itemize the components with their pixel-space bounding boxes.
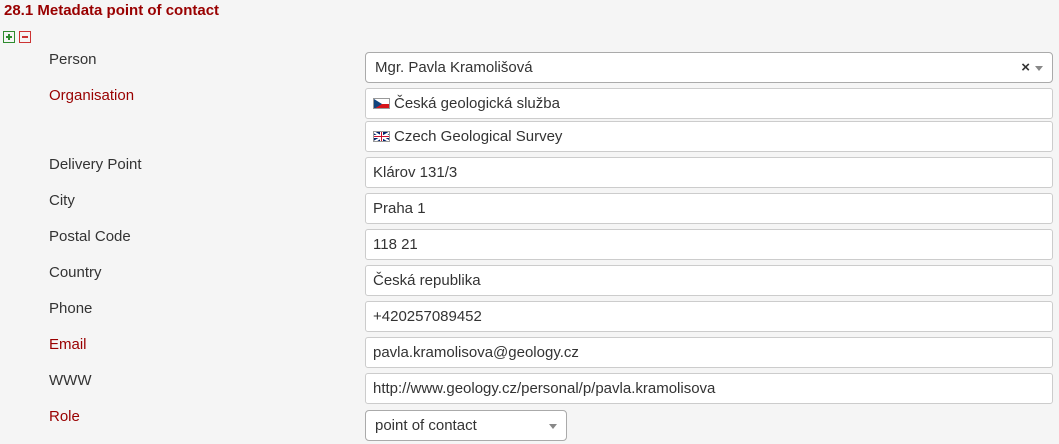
organisation-en-value: Czech Geological Survey bbox=[394, 128, 563, 145]
postal-code-value: 118 21 bbox=[373, 236, 418, 253]
www-input[interactable]: http://www.geology.cz/personal/p/pavla.k… bbox=[365, 373, 1053, 404]
phone-label: Phone bbox=[49, 300, 93, 317]
add-item-icon[interactable] bbox=[3, 31, 15, 43]
postal-code-input[interactable]: 118 21 bbox=[365, 229, 1053, 260]
phone-value: +420257089452 bbox=[373, 308, 482, 325]
delivery-point-value: Klárov 131/3 bbox=[373, 164, 458, 181]
chevron-down-icon bbox=[1035, 66, 1043, 71]
person-select[interactable]: Mgr. Pavla Kramolišová × bbox=[365, 52, 1053, 83]
czech-flag-icon bbox=[373, 98, 390, 109]
city-value: Praha 1 bbox=[373, 200, 426, 217]
section-title: 28.1 Metadata point of contact bbox=[4, 2, 220, 19]
organisation-cs-value: Česká geologická služba bbox=[394, 95, 560, 112]
email-input[interactable]: pavla.kramolisova@geology.cz bbox=[365, 337, 1053, 368]
city-input[interactable]: Praha 1 bbox=[365, 193, 1053, 224]
country-value: Česká republika bbox=[373, 272, 481, 289]
remove-item-icon[interactable] bbox=[19, 31, 31, 43]
clear-person-icon[interactable]: × bbox=[1021, 59, 1030, 76]
www-label: WWW bbox=[49, 372, 92, 389]
role-label: Role bbox=[49, 408, 80, 425]
phone-input[interactable]: +420257089452 bbox=[365, 301, 1053, 332]
delivery-point-input[interactable]: Klárov 131/3 bbox=[365, 157, 1053, 188]
email-label: Email bbox=[49, 336, 87, 353]
uk-flag-icon bbox=[373, 131, 390, 142]
email-value: pavla.kramolisova@geology.cz bbox=[373, 344, 579, 361]
postal-code-label: Postal Code bbox=[49, 228, 131, 245]
role-value: point of contact bbox=[375, 417, 477, 434]
person-value: Mgr. Pavla Kramolišová bbox=[375, 59, 533, 76]
organisation-en-input[interactable]: Czech Geological Survey bbox=[365, 121, 1053, 152]
person-label: Person bbox=[49, 51, 97, 68]
country-label: Country bbox=[49, 264, 102, 281]
delivery-point-label: Delivery Point bbox=[49, 156, 142, 173]
organisation-label: Organisation bbox=[49, 87, 135, 104]
city-label: City bbox=[49, 192, 75, 209]
chevron-down-icon bbox=[549, 424, 557, 429]
organisation-cs-input[interactable]: Česká geologická služba bbox=[365, 88, 1053, 119]
country-input[interactable]: Česká republika bbox=[365, 265, 1053, 296]
role-select[interactable]: point of contact bbox=[365, 410, 567, 441]
www-value: http://www.geology.cz/personal/p/pavla.k… bbox=[373, 380, 716, 397]
